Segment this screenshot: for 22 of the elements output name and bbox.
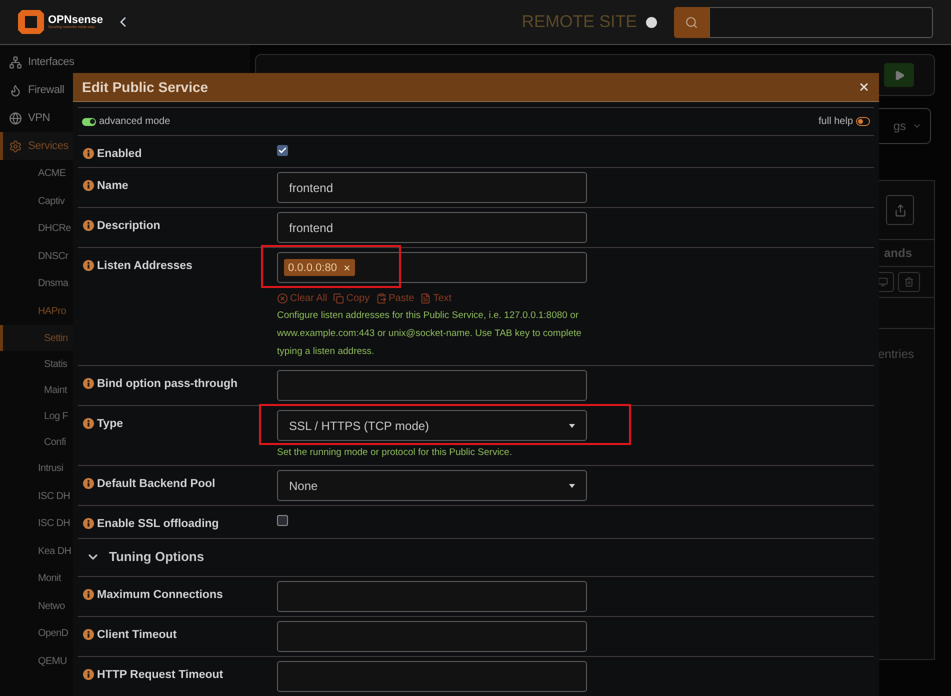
field-label: Name [97,179,128,194]
dialog-title: Edit Public Service [82,78,208,96]
field-label: Bind option pass-through [97,377,238,392]
field-label: Maximum Connections [97,588,223,602]
field-label: Default Backend Pool [97,477,216,492]
table-footer-text: entries [878,346,914,363]
address-tag: 0.0.0.0:80 [284,259,355,276]
field-label: Type [97,417,123,432]
field-label: Client Timeout [97,628,177,642]
field-label: Enable SSL offloading [97,517,219,532]
toggle-label: advanced mode [99,115,170,129]
help-text: Set the running mode or protocol for this Public Service. [277,446,513,460]
field-label: Listen Addresses [97,259,192,274]
toggle-label: full help [818,115,853,129]
site-label: REMOTE SITE [522,11,637,34]
field-label: Description [97,219,160,234]
section-title: Tuning Options [109,548,204,566]
logo-wordmark: OPNsense [48,14,104,26]
field-label: HTTP Request Timeout [97,668,224,682]
help-text: Configure listen addresses for this Public Service, i.e. 127.0.0.1:8080 or www.example.com:443 or unix@socket-name. Use TAB key to complete typing a listen address. [277,309,582,360]
field-label: Enabled [97,147,142,162]
column-header: ands [884,245,912,262]
